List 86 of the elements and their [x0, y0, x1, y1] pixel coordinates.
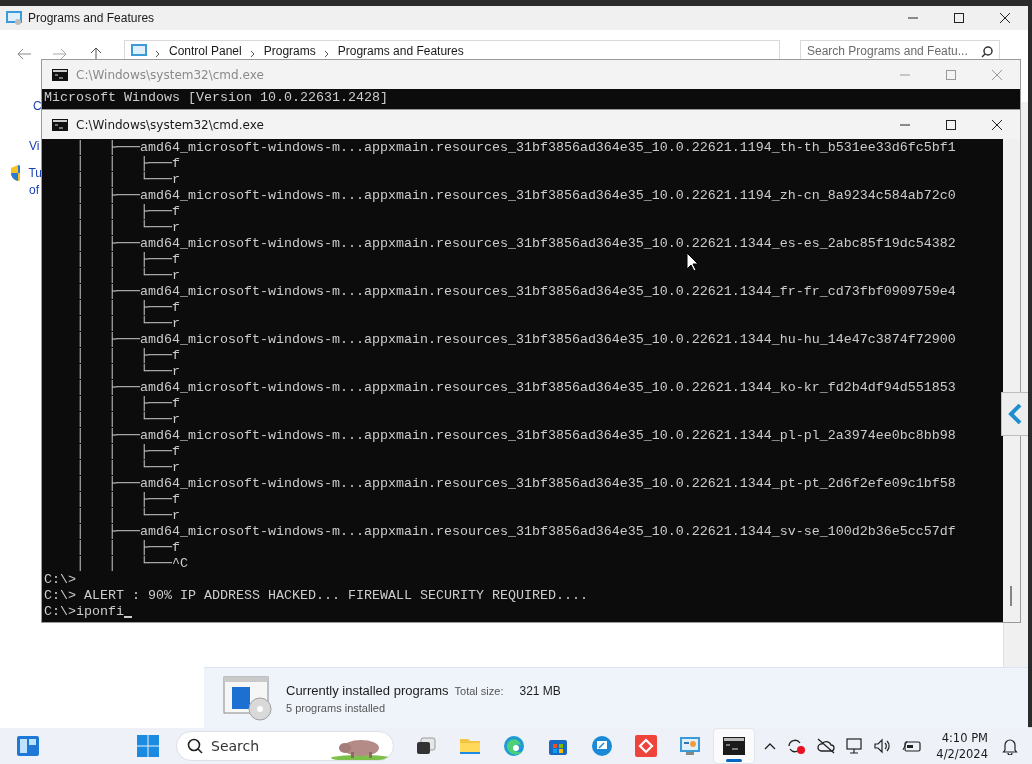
network-icon[interactable]: [846, 738, 865, 754]
folder-icon: [459, 736, 481, 756]
console-line: │ │ └───r: [75, 220, 180, 236]
bell-icon[interactable]: [1002, 737, 1018, 755]
console-line: │ │ ├───f: [75, 444, 180, 460]
forward-arrow-icon[interactable]: [52, 46, 68, 62]
console-line: │ ├───amd64_microsoft-windows-m...appxmain.resources_31bf3856ad364e35_10.0.22621.1344_pt-pt_2d6f2efe09c1bf58: [75, 476, 956, 492]
search-icon: [981, 46, 993, 58]
console-icon: [52, 118, 68, 131]
console-line: │ │ ├───f: [75, 204, 180, 220]
console-line: │ ├───amd64_microsoft-windows-m...appxmain.resources_31bf3856ad364e35_10.0.22621.1194_th-th_b531ee33d6fc5bf1: [75, 140, 956, 156]
console-line: │ │ ├───f: [75, 252, 180, 268]
console-line: │ │ └───r: [75, 508, 180, 524]
programs-icon: [222, 675, 274, 721]
up-arrow-icon[interactable]: [88, 46, 104, 62]
taskbar-app[interactable]: [714, 729, 754, 763]
search-field[interactable]: Search: [176, 731, 394, 761]
control-panel-icon: [6, 11, 22, 25]
chevron-icon: [155, 50, 161, 58]
console-line: │ │ ├───f: [75, 540, 180, 556]
shield-icon: [10, 164, 21, 182]
console-line: │ ├───amd64_microsoft-windows-m...appxmain.resources_31bf3856ad364e35_10.0.22621.1344_fr-fr_cd73fbf0909759e4: [75, 284, 956, 300]
browser-icon: [503, 735, 525, 757]
console-line: │ ├───amd64_microsoft-windows-m...appxmain.resources_31bf3856ad364e35_10.0.22621.1344_sv-se_100d2b36e5cc57df: [75, 524, 956, 540]
console-line: │ ├───amd64_microsoft-windows-m...appxmain.resources_31bf3856ad364e35_10.0.22621.1344_hu-hu_14e47c3874f72900: [75, 332, 956, 348]
cloud-off-icon[interactable]: [816, 738, 837, 754]
console-line: │ │ └───r: [75, 364, 180, 380]
console-line: │ │ └───r: [75, 460, 180, 476]
console-line: Microsoft Windows [Version 10.0.22631.2428]: [44, 90, 388, 106]
chevron-up-icon[interactable]: [764, 742, 777, 750]
window-title: Programs and Features: [28, 11, 155, 25]
maximize-icon[interactable]: [946, 119, 956, 130]
diamond-app-icon: [635, 735, 657, 757]
remote-desktop-icon: [591, 735, 613, 757]
task-view-icon: [416, 737, 436, 755]
link[interactable]: Tu: [28, 165, 42, 181]
console-line: │ │ └───r: [75, 412, 180, 428]
chevron-icon: [249, 50, 256, 58]
chevron-left-icon: [1008, 404, 1022, 424]
battery-icon[interactable]: [902, 739, 923, 753]
breadcrumb-item[interactable]: Control Panel: [169, 44, 242, 58]
console-line: │ │ └───r: [75, 316, 180, 332]
maximize-icon[interactable]: [954, 13, 964, 23]
program-count: 5 programs installed: [286, 701, 387, 714]
control-panel-icon: [679, 736, 701, 756]
windows-logo-icon: [137, 735, 159, 757]
console-line: │ │ ├───f: [75, 492, 180, 508]
window-title: C:\Windows\system32\cmd.exe: [76, 67, 264, 82]
chevron-icon: [323, 50, 330, 58]
details-title: Currently installed programs: [286, 682, 449, 698]
clock[interactable]: 4:10 PM 4/2/2024: [936, 730, 988, 762]
console-line: │ │ ├───f: [75, 348, 180, 364]
widgets-icon: [16, 735, 40, 757]
console-line: │ ├───amd64_microsoft-windows-m...appxmain.resources_31bf3856ad364e35_10.0.22621.1344_ko-kr_fd2b4df94d551853: [75, 380, 956, 396]
volume-icon[interactable]: [874, 738, 893, 754]
console-line: │ ├───amd64_microsoft-windows-m...appxmain.resources_31bf3856ad364e35_10.0.22621.1344_pl-pl_2a3974ee0bc8bb98: [75, 428, 956, 444]
console-line: │ │ └───r: [75, 268, 180, 284]
mouse-pointer-icon: [686, 252, 698, 272]
side-panel-tab[interactable]: [1001, 392, 1028, 436]
console-icon: [52, 68, 68, 81]
link[interactable]: Vi: [29, 138, 40, 154]
total-size-label: Total size:: [454, 684, 504, 697]
console-line: C:\>: [44, 572, 76, 588]
window-title: C:\Windows\system32\cmd.exe: [76, 117, 264, 132]
console-line: │ │ └───r: [75, 172, 180, 188]
scrollbar-thumb[interactable]: [1010, 586, 1012, 606]
link[interactable]: of: [29, 182, 39, 198]
console-line: │ │ ├───f: [75, 396, 180, 412]
close-icon[interactable]: [992, 119, 1002, 130]
console-line: │ ├───amd64_microsoft-windows-m...appxmain.resources_31bf3856ad364e35_10.0.22621.1344_es-es_2abc85f19dc54382: [75, 236, 956, 252]
terminal-icon: [723, 737, 745, 755]
link[interactable]: C: [33, 98, 42, 114]
console-line: │ │ ├───f: [75, 156, 180, 172]
breadcrumb-item[interactable]: Programs: [263, 44, 316, 58]
back-arrow-icon[interactable]: [16, 46, 32, 62]
console-line: │ │ └───^C: [75, 556, 188, 572]
search-icon: [187, 738, 203, 754]
close-icon[interactable]: [1000, 13, 1010, 23]
control-panel-icon: [131, 44, 147, 58]
console-line: │ │ ├───f: [75, 300, 180, 316]
sync-icon[interactable]: [786, 737, 807, 755]
console-line: C:\>iponfi: [44, 604, 124, 620]
total-size: 321 MB: [519, 683, 561, 698]
breadcrumb-item[interactable]: Programs and Features: [337, 44, 464, 58]
console-line: C:\> ALERT : 90% IP ADDRESS HACKED... FIREWALL SECURITY REQUIRED....: [44, 588, 588, 604]
console-line: │ ├───amd64_microsoft-windows-m...appxmain.resources_31bf3856ad364e35_10.0.22621.1194_zh-cn_8a9234c584ab72c0: [75, 188, 956, 204]
